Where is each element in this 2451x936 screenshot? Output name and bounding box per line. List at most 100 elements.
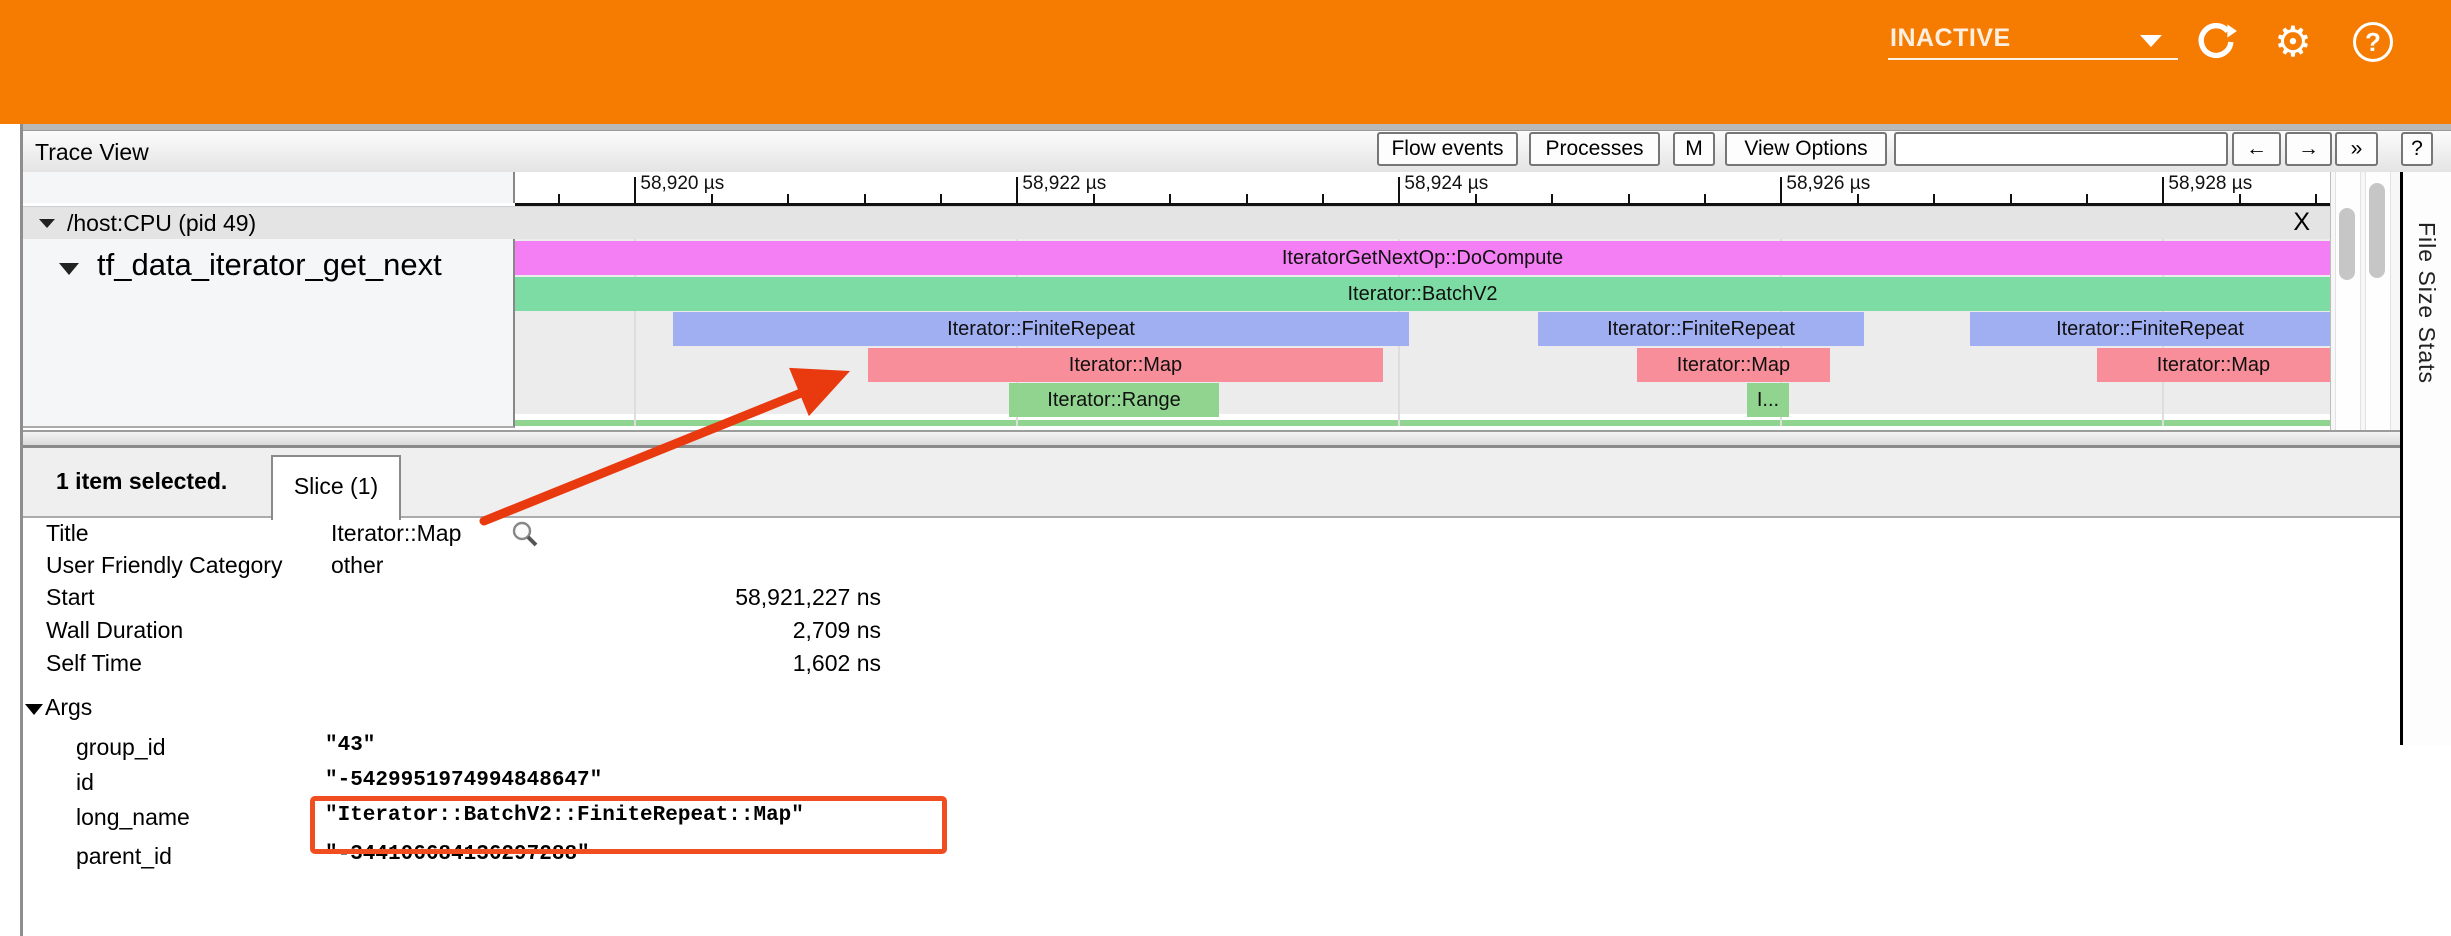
ruler-label: 58,924 µs xyxy=(1404,173,1488,195)
status-dropdown-value: INACTIVE xyxy=(1890,24,2011,53)
track-name[interactable]: tf_data_iterator_get_next xyxy=(97,247,442,283)
detail-value: 1,602 ns xyxy=(331,650,881,677)
minor-tick xyxy=(1551,194,1553,203)
minor-tick xyxy=(940,194,942,203)
more-button[interactable]: » xyxy=(2335,132,2378,166)
panel-splitter[interactable] xyxy=(23,430,2451,448)
detail-label: Self Time xyxy=(46,650,142,677)
toolbar-help-button[interactable]: ? xyxy=(2401,132,2433,166)
detail-row: Start58,921,227 ns xyxy=(23,584,2451,612)
timeline-tracks[interactable]: IteratorGetNextOp::DoComputeIterator::Ba… xyxy=(515,239,2330,426)
detail-label: Wall Duration xyxy=(46,617,183,644)
track-collapse-triangle-icon[interactable] xyxy=(59,263,79,275)
process-header[interactable]: /host:CPU (pid 49) X xyxy=(23,206,2330,240)
flow-events-button[interactable]: Flow events xyxy=(1377,132,1518,166)
trace-view-title: Trace View xyxy=(35,139,149,166)
detail-label: Title xyxy=(46,520,89,547)
args-section-header[interactable]: Args xyxy=(25,694,92,721)
minor-tick xyxy=(1933,194,1935,203)
ruler-left-spacer xyxy=(23,172,515,203)
detail-label: Start xyxy=(46,584,95,611)
arg-value: "43" xyxy=(325,734,375,757)
detail-row: Self Time 1,602 ns xyxy=(23,650,2451,678)
track-name-panel: tf_data_iterator_get_next xyxy=(23,239,515,428)
tab-slice[interactable]: Slice (1) xyxy=(271,455,401,520)
trace-slice[interactable]: Iterator::Map xyxy=(2097,348,2330,382)
selection-status: 1 item selected. xyxy=(56,468,227,495)
detail-value: other xyxy=(331,552,383,579)
trace-slice[interactable]: Iterator::FiniteRepeat xyxy=(1970,312,2330,346)
sidebar-label: File Size Stats xyxy=(2413,222,2440,384)
args-collapse-triangle-icon xyxy=(25,704,43,715)
arg-key: long_name xyxy=(76,804,190,831)
detail-row: Wall Duration 2,709 ns xyxy=(23,617,2451,645)
minor-tick xyxy=(864,194,866,203)
metadata-button[interactable]: M xyxy=(1673,132,1715,166)
minor-tick xyxy=(711,194,713,203)
major-tick xyxy=(634,177,636,203)
collapse-triangle-icon[interactable] xyxy=(39,219,55,228)
scrollbar-thumb[interactable] xyxy=(2339,208,2355,280)
status-dropdown[interactable]: INACTIVE xyxy=(1888,22,2178,60)
close-icon[interactable]: X xyxy=(2293,208,2310,237)
minor-tick xyxy=(1246,194,1248,203)
arg-row: id"-5429951974994848647" xyxy=(23,769,2451,797)
find-next-button[interactable]: → xyxy=(2285,132,2332,166)
ruler-label: 58,920 µs xyxy=(640,173,724,195)
minor-tick xyxy=(2315,194,2317,203)
trace-slice[interactable]: I... xyxy=(1747,383,1789,417)
detail-row: User Friendly Category other xyxy=(23,552,2451,580)
details-panel: 1 item selected. Slice (1) Title Iterator… xyxy=(23,448,2451,936)
minor-tick xyxy=(2239,194,2241,203)
find-previous-button[interactable]: ← xyxy=(2232,132,2281,166)
minor-tick xyxy=(1628,194,1630,203)
trace-slice[interactable]: Iterator::BatchV2 xyxy=(515,277,2330,311)
magnifier-icon[interactable] xyxy=(511,520,539,554)
minor-tick xyxy=(2086,194,2088,203)
ruler-label: 58,922 µs xyxy=(1022,173,1106,195)
minor-tick xyxy=(787,194,789,203)
search-input[interactable] xyxy=(1894,132,2228,166)
minor-tick xyxy=(558,194,560,203)
detail-label: User Friendly Category xyxy=(46,552,282,579)
gear-icon[interactable]: ⚙ xyxy=(2271,20,2315,64)
view-options-button[interactable]: View Options xyxy=(1725,132,1887,166)
trace-slice[interactable]: IteratorGetNextOp::DoCompute xyxy=(515,241,2330,275)
minor-tick xyxy=(1093,194,1095,203)
arg-value: "-5429951974994848647" xyxy=(325,769,602,792)
arg-row: group_id "43" xyxy=(23,734,2451,762)
minor-tick xyxy=(1704,194,1706,203)
minor-tick xyxy=(2010,194,2012,203)
trace-slice[interactable]: Iterator::Range xyxy=(1009,383,1219,417)
help-icon[interactable]: ? xyxy=(2353,22,2397,66)
process-name: /host:CPU (pid 49) xyxy=(67,210,256,237)
minor-tick xyxy=(1857,194,1859,203)
trace-slice[interactable]: Iterator::FiniteRepeat xyxy=(673,312,1409,346)
major-tick xyxy=(1780,177,1782,203)
minor-tick xyxy=(1475,194,1477,203)
app-header: INACTIVE ⚙ ? xyxy=(0,0,2451,124)
detail-value: Iterator::Map xyxy=(331,520,461,547)
scrollbar-track[interactable] xyxy=(2335,172,2361,430)
scrollbar-track[interactable] xyxy=(2365,172,2391,430)
ruler-timeline: 58,920 µs 58,922 µs 58,924 µs 58,926 µs 58,9… xyxy=(515,172,2330,206)
refresh-icon[interactable] xyxy=(2194,20,2238,64)
arg-key: parent_id xyxy=(76,843,172,870)
scrollbar-thumb[interactable] xyxy=(2369,183,2385,278)
file-size-stats-sidebar[interactable]: File Size Stats xyxy=(2400,172,2451,745)
trace-slice[interactable]: Iterator::FiniteRepeat xyxy=(1538,312,1864,346)
timeline-bottom-strip xyxy=(515,420,2330,426)
major-tick xyxy=(1016,177,1018,203)
scrollbar-area xyxy=(2330,172,2401,430)
ruler-label: 58,928 µs xyxy=(2168,173,2252,195)
major-tick xyxy=(1398,177,1400,203)
trace-slice[interactable]: Iterator::Map xyxy=(1637,348,1830,382)
ruler-label: 58,926 µs xyxy=(1786,173,1870,195)
detail-value: 2,709 ns xyxy=(331,617,881,644)
minor-tick xyxy=(1169,194,1171,203)
major-tick xyxy=(2162,177,2164,203)
trace-slice[interactable]: Iterator::Map xyxy=(868,348,1383,382)
arg-key: group_id xyxy=(76,734,166,761)
minor-tick xyxy=(1322,194,1324,203)
processes-button[interactable]: Processes xyxy=(1529,132,1660,166)
